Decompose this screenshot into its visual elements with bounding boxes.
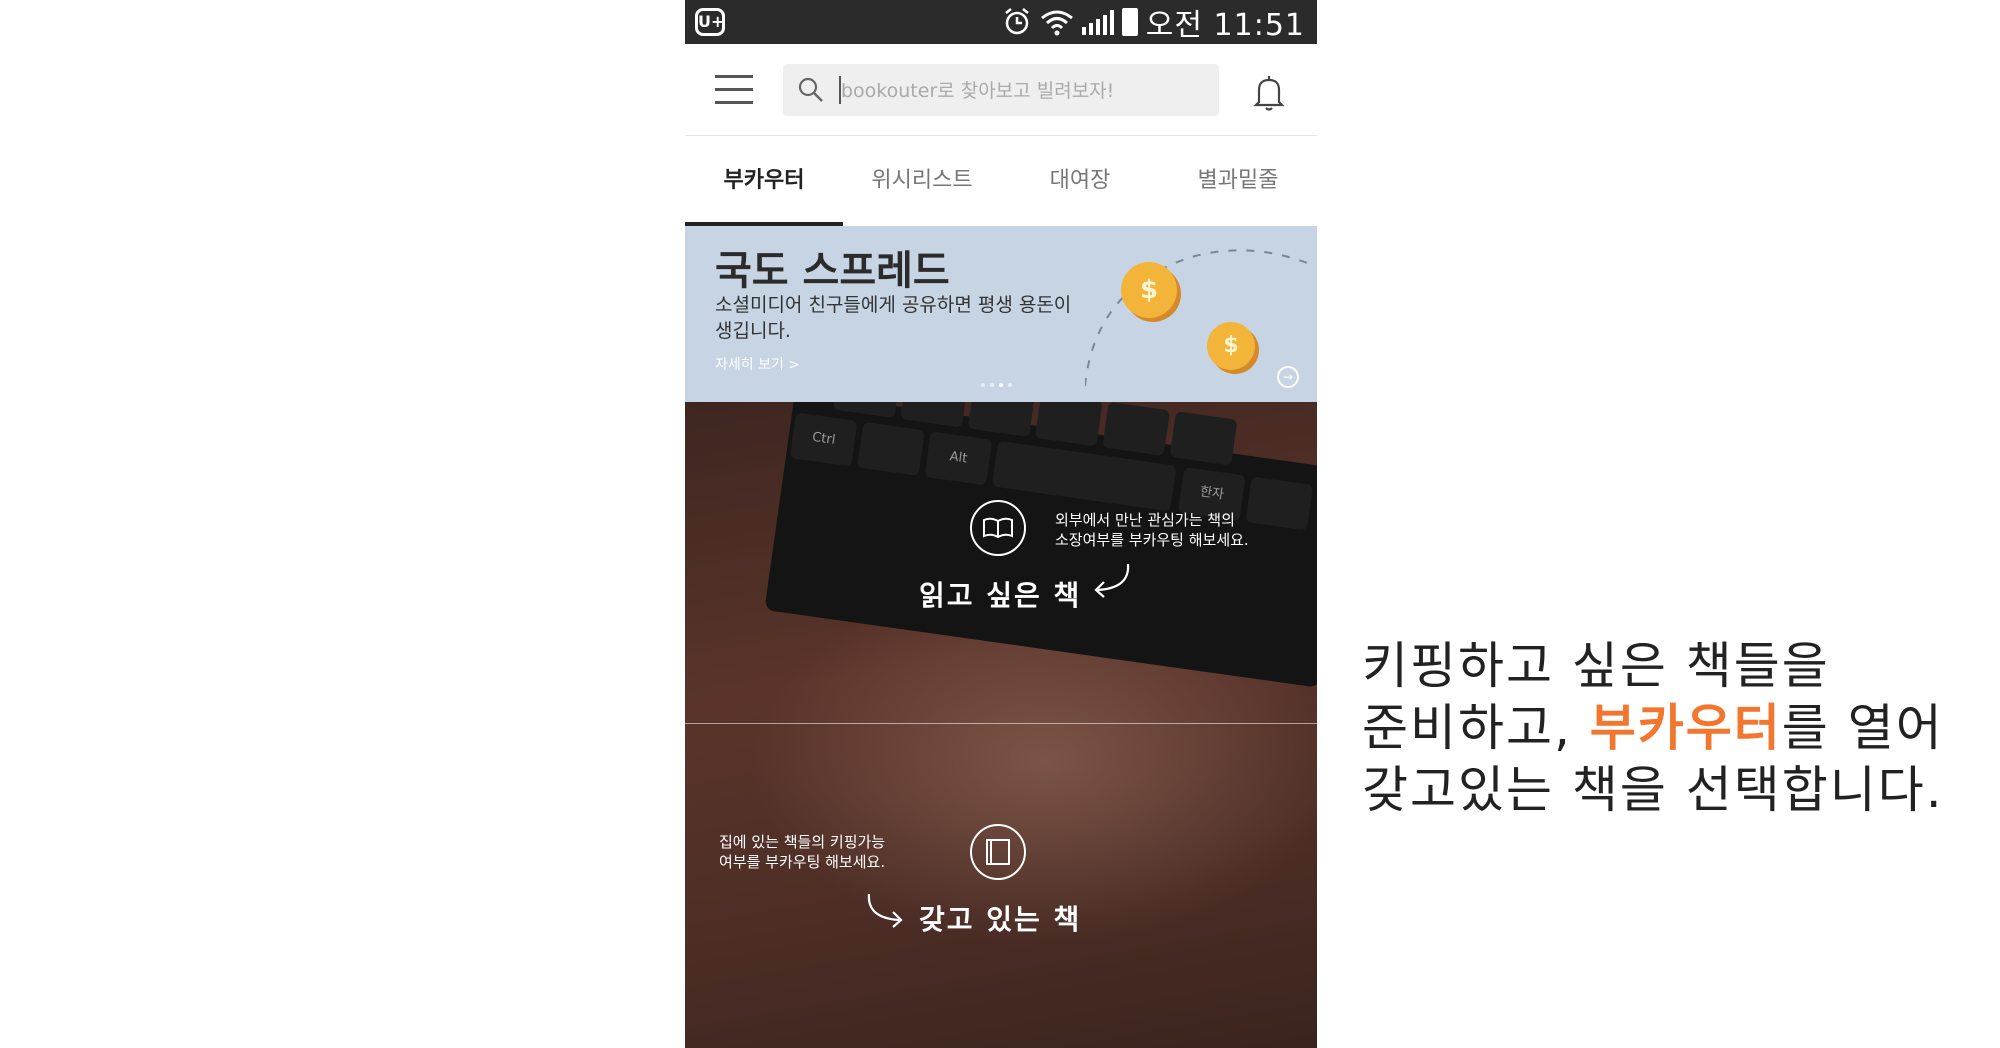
coin-icon: $ (1121, 262, 1177, 318)
banner-description: 소셜미디어 친구들에게 공유하면 평생 용돈이 생깁니다. (715, 294, 1072, 342)
wifi-icon (1040, 10, 1073, 36)
status-time: 오전 11:51 (1145, 8, 1305, 43)
key (1245, 476, 1314, 531)
instruction-caption: 키핑하고 싶은 책들을 준비하고, 부카우터를 열어 갖고있는 책을 선택합니다… (1362, 635, 1962, 821)
search-icon (798, 77, 823, 102)
background-photo: Ctrl Alt 한자 외부에서 만난 관심가는 책의 소장여부를 부카우팅 해… (685, 402, 1317, 1048)
menu-icon[interactable] (715, 75, 753, 105)
want-to-read-hint: 외부에서 만난 관심가는 책의 소장여부를 부카우팅 해보세요. (1055, 511, 1249, 549)
tab-stars-underline[interactable]: 별과밑줄 (1159, 136, 1317, 226)
app-header (685, 44, 1317, 136)
key-ctrl: Ctrl (789, 412, 858, 467)
tab-bar: 부카우터 위시리스트 대여장 별과밑줄 (685, 136, 1317, 226)
carousel-dots (981, 383, 1012, 387)
want-to-read-label: 읽고 싶은 책 (919, 579, 1082, 612)
caption-line-2: 준비하고, 부카우터를 열어 (1362, 697, 1962, 759)
battery-icon (1121, 8, 1138, 36)
key-alt: Alt (924, 431, 993, 486)
caption-line-3: 갖고있는 책을 선택합니다. (1362, 761, 1944, 819)
status-icons: 오전 11:51 (1002, 5, 1305, 43)
signal-strength-icon (1081, 9, 1114, 35)
tab-rental-list[interactable]: 대여장 (1001, 136, 1159, 226)
key (967, 402, 1036, 438)
tab-wishlist[interactable]: 위시리스트 (843, 136, 1001, 226)
search-input[interactable] (839, 72, 1203, 110)
status-bar: U+ 오전 11:51 (685, 0, 1317, 44)
key (1102, 402, 1171, 456)
caption-line-2-pre: 준비하고, (1362, 699, 1590, 757)
tab-bookouter[interactable]: 부카우터 (685, 136, 843, 226)
alarm-icon (1005, 8, 1029, 35)
curved-arrow-icon (1094, 563, 1130, 598)
notification-bell-icon[interactable] (1251, 72, 1287, 112)
promo-banner[interactable]: 국도 스프레드 소셜미디어 친구들에게 공유하면 평생 용돈이 생깁니다. 자세… (685, 226, 1317, 402)
caption-highlight-app-name: 부카우터 (1589, 699, 1782, 757)
owned-books-hint: 집에 있는 책들의 키핑가능 여부를 부카우팅 해보세요. (719, 833, 886, 871)
caption-line-1: 키핑하고 싶은 책들을 (1362, 637, 1830, 695)
carrier-logo-icon: U+ (695, 8, 725, 36)
section-divider (685, 723, 1317, 724)
key (1169, 411, 1238, 466)
phone-screen: U+ 오전 11:51 bookouter로 찾아보고 빌려보자! 부카우터 위… (685, 0, 1317, 1048)
coin-icon: $ (1207, 322, 1255, 370)
text-cursor (839, 76, 841, 104)
arrow-right-icon[interactable]: → (1277, 366, 1299, 388)
closed-book-icon (970, 824, 1026, 880)
caption-line-2-post: 를 열어 (1781, 699, 1944, 757)
curved-arrow-icon (867, 893, 903, 928)
key (900, 402, 969, 428)
banner-more-link[interactable]: 자세히 보기 > (715, 354, 800, 374)
key (1034, 402, 1103, 447)
key (832, 402, 901, 419)
search-bar[interactable] (783, 64, 1219, 116)
banner-title: 국도 스프레드 (715, 248, 950, 294)
owned-books-label: 갖고 있는 책 (919, 903, 1082, 936)
open-book-icon (970, 500, 1026, 556)
key-windows (857, 421, 925, 477)
